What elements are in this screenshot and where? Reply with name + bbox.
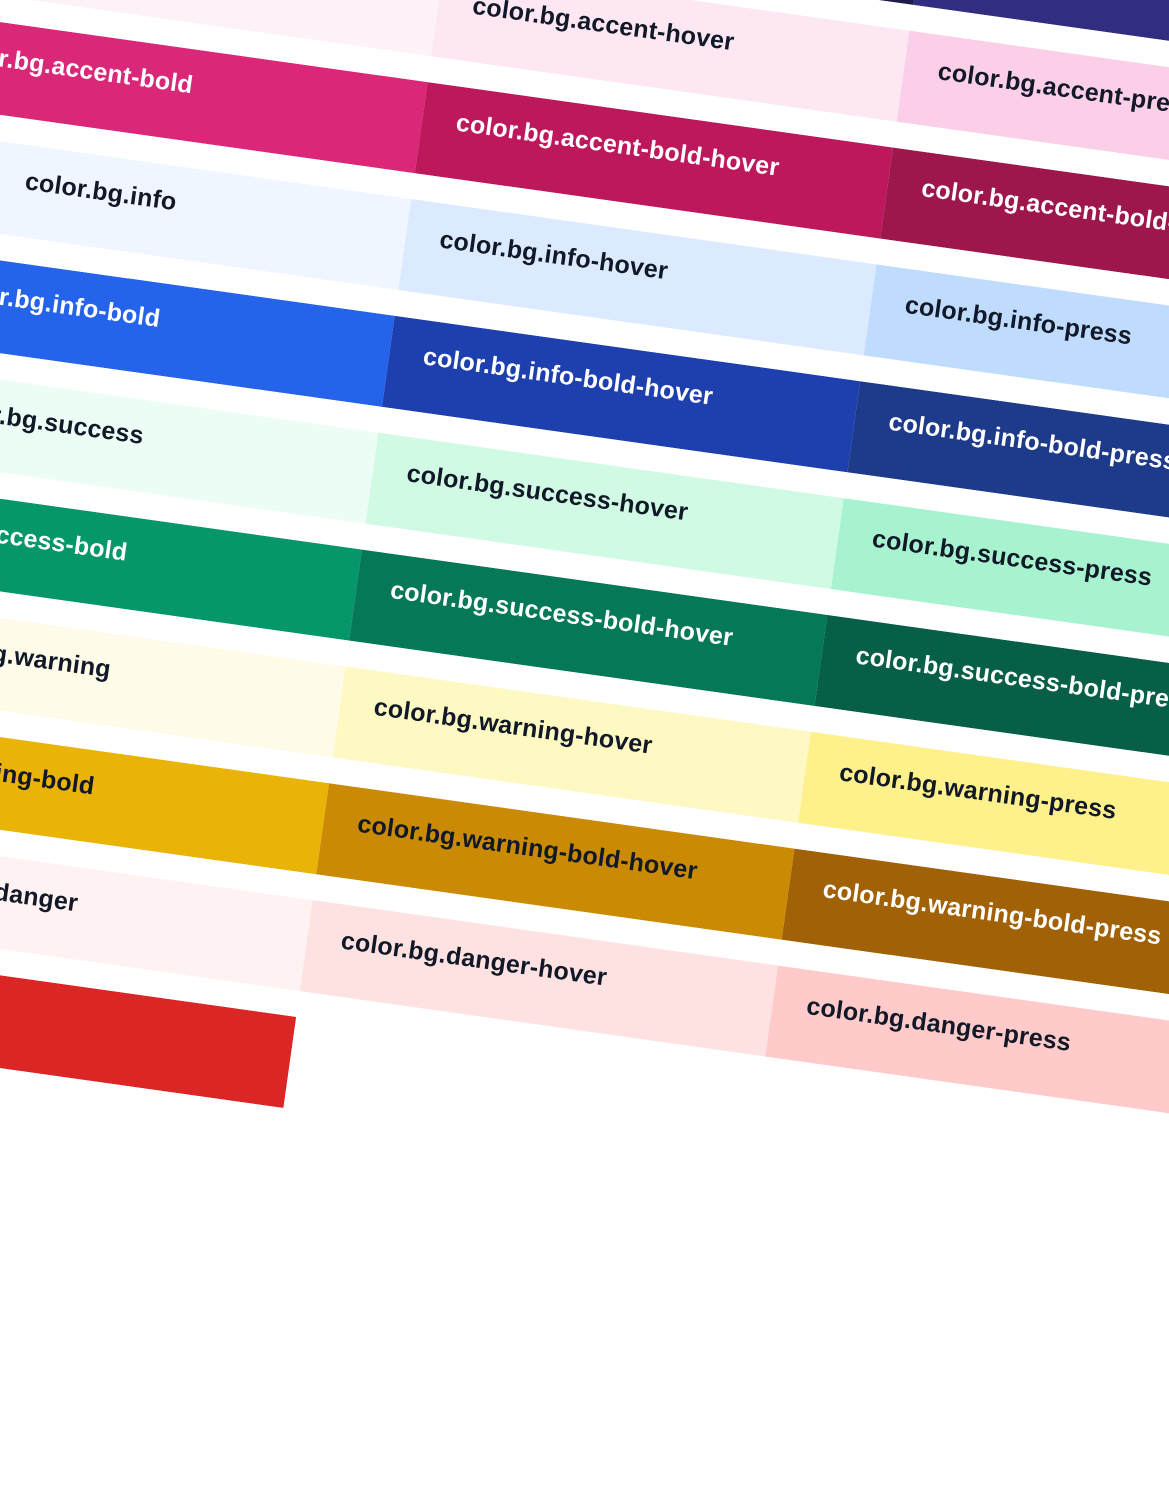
- token-swatch-canvas: color.bg.mutedcolor.bg.muted-hovercolor.…: [0, 0, 1169, 1500]
- swatch-press: [748, 1082, 1169, 1239]
- swatch-rows: color.bg.mutedcolor.bg.muted-hovercolor.…: [0, 0, 1169, 1329]
